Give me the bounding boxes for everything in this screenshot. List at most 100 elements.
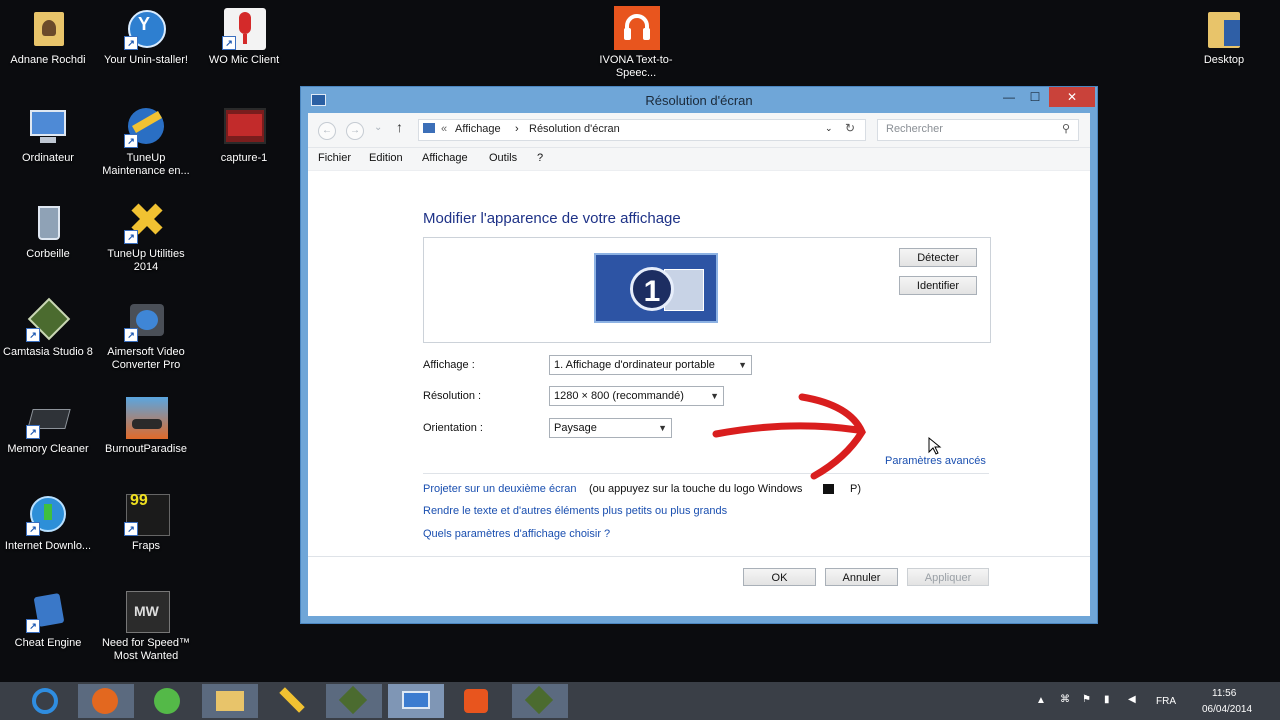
forward-button[interactable]: →: [346, 122, 364, 140]
display-select[interactable]: 1. Affichage d'ordinateur portable ▼: [549, 355, 752, 375]
desktop-icon-internet-download[interactable]: ↗ Internet Downlo...: [0, 492, 96, 553]
recycle-bin-icon: [26, 200, 70, 244]
taskbar-tuneup[interactable]: [264, 684, 320, 718]
desktop-icon-nfs[interactable]: MW Need for Speed™ Most Wanted: [98, 589, 194, 663]
shortcut-arrow-icon: ↗: [124, 36, 138, 50]
menu-edition[interactable]: Edition: [369, 152, 403, 164]
user-folder-icon: [26, 6, 70, 50]
chevron-down-icon: ▼: [710, 391, 719, 401]
taskbar-camtasia[interactable]: [326, 684, 382, 718]
download-manager-icon: ↗: [26, 492, 70, 536]
desktop-icon-capture[interactable]: capture-1: [196, 104, 292, 165]
taskbar-firefox[interactable]: [78, 684, 134, 718]
project-second-screen-link[interactable]: Projeter sur un deuxième écran: [423, 483, 576, 495]
desktop-icon-label: TuneUp Utilities 2014: [107, 248, 185, 273]
game-icon: [124, 395, 168, 439]
clock-time[interactable]: 11:56: [1212, 688, 1236, 699]
desktop-icon-tuneup-maintenance[interactable]: ↗ TuneUp Maintenance en...: [98, 104, 194, 178]
text-size-link[interactable]: Rendre le texte et d'autres éléments plu…: [423, 505, 727, 517]
network-icon[interactable]: ⌘: [1060, 694, 1070, 705]
flag-icon[interactable]: ⚑: [1082, 694, 1091, 705]
video-file-icon: [222, 104, 266, 148]
shortcut-arrow-icon: ↗: [124, 230, 138, 244]
uninstaller-icon: Y ↗: [124, 6, 168, 50]
detect-button[interactable]: Détecter: [899, 248, 977, 267]
orientation-select[interactable]: Paysage ▼: [549, 418, 672, 438]
taskbar-utorrent[interactable]: [140, 684, 196, 718]
taskbar-media-player[interactable]: [450, 684, 506, 718]
desktop-icon-user-folder[interactable]: Adnane Rochdi: [0, 6, 96, 67]
shortcut-arrow-icon: ↗: [26, 328, 40, 342]
desktop-icon-recycle-bin[interactable]: Corbeille: [0, 200, 96, 261]
desktop-icon-ivona[interactable]: IVONA Text-to-Speec...: [588, 6, 684, 80]
search-input[interactable]: Rechercher ⚲: [877, 119, 1079, 141]
chevron-down-icon: ▼: [658, 423, 667, 433]
camtasia-icon: [338, 685, 368, 715]
divider: [423, 473, 989, 474]
desktop-icon-cheat-engine[interactable]: ↗ Cheat Engine: [0, 589, 96, 650]
desktop-icon-label: capture-1: [220, 152, 268, 164]
desktop-icon-label: Corbeille: [26, 248, 70, 260]
desktop-icon-uninstaller[interactable]: Y ↗ Your Unin-staller!: [98, 6, 194, 67]
breadcrumb-affichage[interactable]: Affichage: [455, 123, 501, 135]
desktop-icon-fraps[interactable]: 99 ↗ Fraps: [98, 492, 194, 553]
desktop-icon-wo-mic[interactable]: ↗ WO Mic Client: [196, 6, 292, 67]
close-button[interactable]: ✕: [1049, 87, 1095, 107]
desktop-icon-label: TuneUp Maintenance en...: [102, 152, 190, 177]
back-button[interactable]: ←: [318, 122, 336, 140]
breadcrumb-separator: ›: [515, 123, 519, 135]
show-hidden-icons-icon[interactable]: ▲: [1036, 695, 1046, 706]
language-indicator[interactable]: FRA: [1156, 696, 1176, 707]
cancel-button[interactable]: Annuler: [825, 568, 898, 586]
maximize-button[interactable]: ☐: [1021, 87, 1049, 107]
taskbar-file-explorer[interactable]: [202, 684, 258, 718]
windows-logo-icon: [823, 484, 834, 494]
resolution-label: Résolution :: [423, 390, 482, 402]
desktop-icon-tuneup-utilities[interactable]: ↗ TuneUp Utilities 2014: [98, 200, 194, 274]
shortcut-arrow-icon: ↗: [222, 36, 236, 50]
recent-pages-chevron-icon[interactable]: ⌄: [374, 122, 382, 133]
volume-icon[interactable]: ◀: [1128, 694, 1136, 705]
identify-button[interactable]: Identifier: [899, 276, 977, 295]
address-dropdown-icon[interactable]: ⌄: [825, 123, 833, 134]
up-arrow-icon[interactable]: ↑: [396, 119, 403, 135]
camtasia-icon: ↗: [26, 297, 71, 342]
refresh-icon[interactable]: ↻: [845, 121, 855, 135]
desktop-icon-desktop-folder[interactable]: Desktop: [1176, 6, 1272, 67]
menu-help[interactable]: ?: [537, 152, 543, 164]
breadcrumb-resolution[interactable]: Résolution d'écran: [529, 123, 620, 135]
monitor-1-tile[interactable]: 1: [594, 253, 718, 323]
menu-outils[interactable]: Outils: [489, 152, 517, 164]
desktop-icon-burnout[interactable]: BurnoutParadise: [98, 395, 194, 456]
project-note-text: (ou appuyez sur la touche du logo Window…: [589, 483, 803, 495]
desktop-icon-label: Internet Downlo...: [4, 540, 92, 552]
menu-fichier[interactable]: Fichier: [318, 152, 351, 164]
desktop-icon-memory-cleaner[interactable]: ↗ Memory Cleaner: [0, 395, 96, 456]
tuneup-icon: [279, 687, 305, 713]
tuneup-icon: ↗: [124, 104, 168, 148]
address-bar[interactable]: « Affichage › Résolution d'écran ⌄ ↻: [418, 119, 866, 141]
advanced-settings-link[interactable]: Paramètres avancés: [885, 455, 986, 467]
camtasia-recorder-icon: [524, 685, 554, 715]
desktop-icon-aimersoft[interactable]: ↗ Aimersoft Video Converter Pro: [98, 298, 194, 372]
desktop-icon-computer[interactable]: Ordinateur: [0, 104, 96, 165]
taskbar-display-settings[interactable]: [388, 684, 444, 718]
memory-cleaner-icon: ↗: [26, 395, 71, 439]
cheat-engine-icon: ↗: [26, 589, 70, 633]
desktop-icon-camtasia[interactable]: ↗ Camtasia Studio 8: [0, 297, 96, 359]
which-settings-link[interactable]: Quels paramètres d'affichage choisir ?: [423, 528, 610, 540]
battery-icon[interactable]: ▮: [1104, 694, 1110, 705]
window-titlebar[interactable]: Résolution d'écran — ☐ ✕: [301, 87, 1097, 113]
shortcut-arrow-icon: ↗: [124, 328, 138, 342]
search-icon: ⚲: [1061, 123, 1070, 135]
taskbar-camtasia-recorder[interactable]: [512, 684, 568, 718]
resolution-select[interactable]: 1280 × 800 (recommandé) ▼: [549, 386, 724, 406]
media-player-icon: [464, 689, 488, 713]
minimize-button[interactable]: —: [995, 87, 1023, 107]
clock-date[interactable]: 06/04/2014: [1202, 704, 1252, 715]
footer-divider: [308, 556, 1090, 557]
ok-button[interactable]: OK: [743, 568, 816, 586]
taskbar-ie[interactable]: [18, 684, 74, 718]
menu-affichage[interactable]: Affichage: [422, 152, 468, 164]
window-client: ← → ⌄ ↑ « Affichage › Résolution d'écran…: [308, 113, 1090, 616]
